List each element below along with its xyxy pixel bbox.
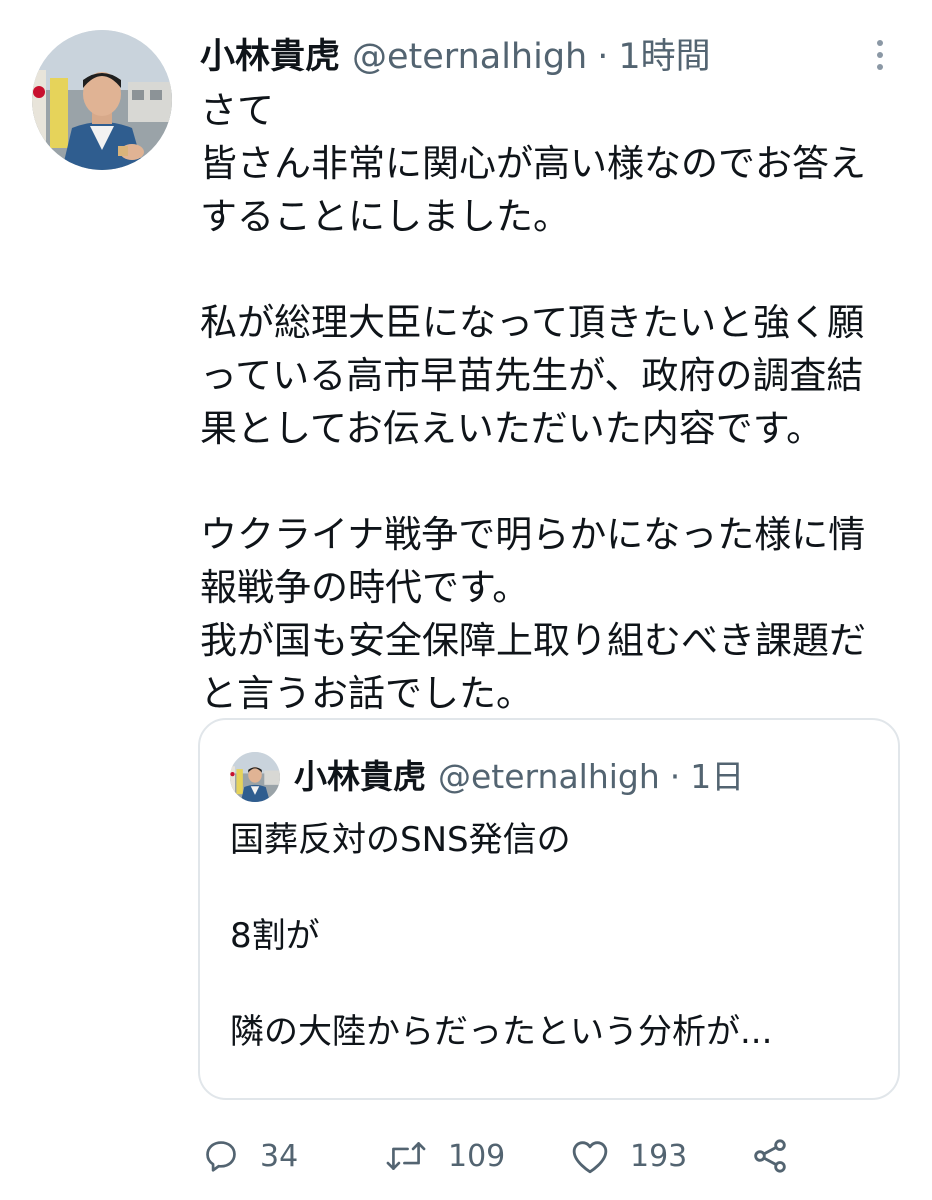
author-avatar[interactable] <box>32 30 172 170</box>
tweet-actions: 34 109 193 <box>198 1128 898 1184</box>
header-separator: · <box>597 37 609 77</box>
tweet-body-line: ウクライナ戦争で明らかになった様に情 <box>200 513 866 556</box>
quoted-tweet-header: 小林貴虎 @eternalhigh · 1日 <box>294 750 744 804</box>
like-button[interactable]: 193 <box>570 1128 687 1184</box>
share-icon <box>750 1136 790 1176</box>
tweet-body-line: さて <box>200 89 274 132</box>
share-button[interactable] <box>750 1128 790 1184</box>
tweet-body-line: 報戦争の時代です。 <box>200 566 530 609</box>
author-handle[interactable]: @eternalhigh <box>352 30 587 84</box>
tweet-timestamp[interactable]: 1時間 <box>618 30 710 84</box>
tweet-body-line: 果としてお伝えいただいた内容です。 <box>200 407 824 450</box>
quoted-body-line: 国葬反対のSNS発信の <box>230 820 571 860</box>
quoted-body-line: 8割が <box>230 916 320 956</box>
tweet-header: 小林貴虎 @eternalhigh · 1時間 <box>200 30 711 84</box>
reply-button[interactable]: 34 <box>202 1128 298 1184</box>
quoted-author-avatar[interactable] <box>230 752 280 802</box>
quoted-tweet-card[interactable]: 小林貴虎 @eternalhigh · 1日 国葬反対のSNS発信の 8割が 隣… <box>198 718 900 1100</box>
tweet-body-line: っている高市早苗先生が、政府の調査結 <box>200 354 864 397</box>
retweet-icon <box>384 1137 428 1175</box>
tweet-body-line: 我が国も安全保障上取り組むべき課題だ <box>200 619 866 662</box>
quoted-body-line <box>230 960 870 1008</box>
quoted-tweet-body: 国葬反対のSNS発信の 8割が 隣の大陸からだったという分析が... <box>230 816 870 1056</box>
quoted-body-line: 隣の大陸からだったという分析が... <box>230 1012 773 1052</box>
quoted-header-separator: · <box>669 757 681 796</box>
quoted-tweet-timestamp[interactable]: 1日 <box>690 750 744 804</box>
reply-count: 34 <box>260 1138 299 1174</box>
tweet: 小林貴虎 @eternalhigh · 1時間 さて 皆さん非常に関心が高い様な… <box>0 0 932 1200</box>
tweet-body: さて 皆さん非常に関心が高い様なのでお答え することにしました。 私が総理大臣に… <box>200 84 910 720</box>
tweet-body-line: 皆さん非常に関心が高い様なのでお答え <box>200 142 866 185</box>
author-display-name[interactable]: 小林貴虎 <box>200 30 340 84</box>
tweet-body-line: することにしました。 <box>200 195 570 238</box>
tweet-body-line: と言うお話でした。 <box>200 672 533 715</box>
quoted-body-line <box>230 864 870 912</box>
more-vertical-icon[interactable] <box>862 32 898 78</box>
retweet-count: 109 <box>448 1138 506 1174</box>
heart-icon <box>570 1137 610 1175</box>
tweet-body-line <box>200 243 910 296</box>
reply-icon <box>202 1137 240 1175</box>
like-count: 193 <box>630 1138 688 1174</box>
tweet-body-line: 私が総理大臣になって頂きたいと強く願 <box>200 301 865 344</box>
retweet-button[interactable]: 109 <box>384 1128 505 1184</box>
tweet-body-line <box>200 455 910 508</box>
quoted-author-handle[interactable]: @eternalhigh <box>438 750 660 804</box>
quoted-author-display-name[interactable]: 小林貴虎 <box>294 750 426 804</box>
